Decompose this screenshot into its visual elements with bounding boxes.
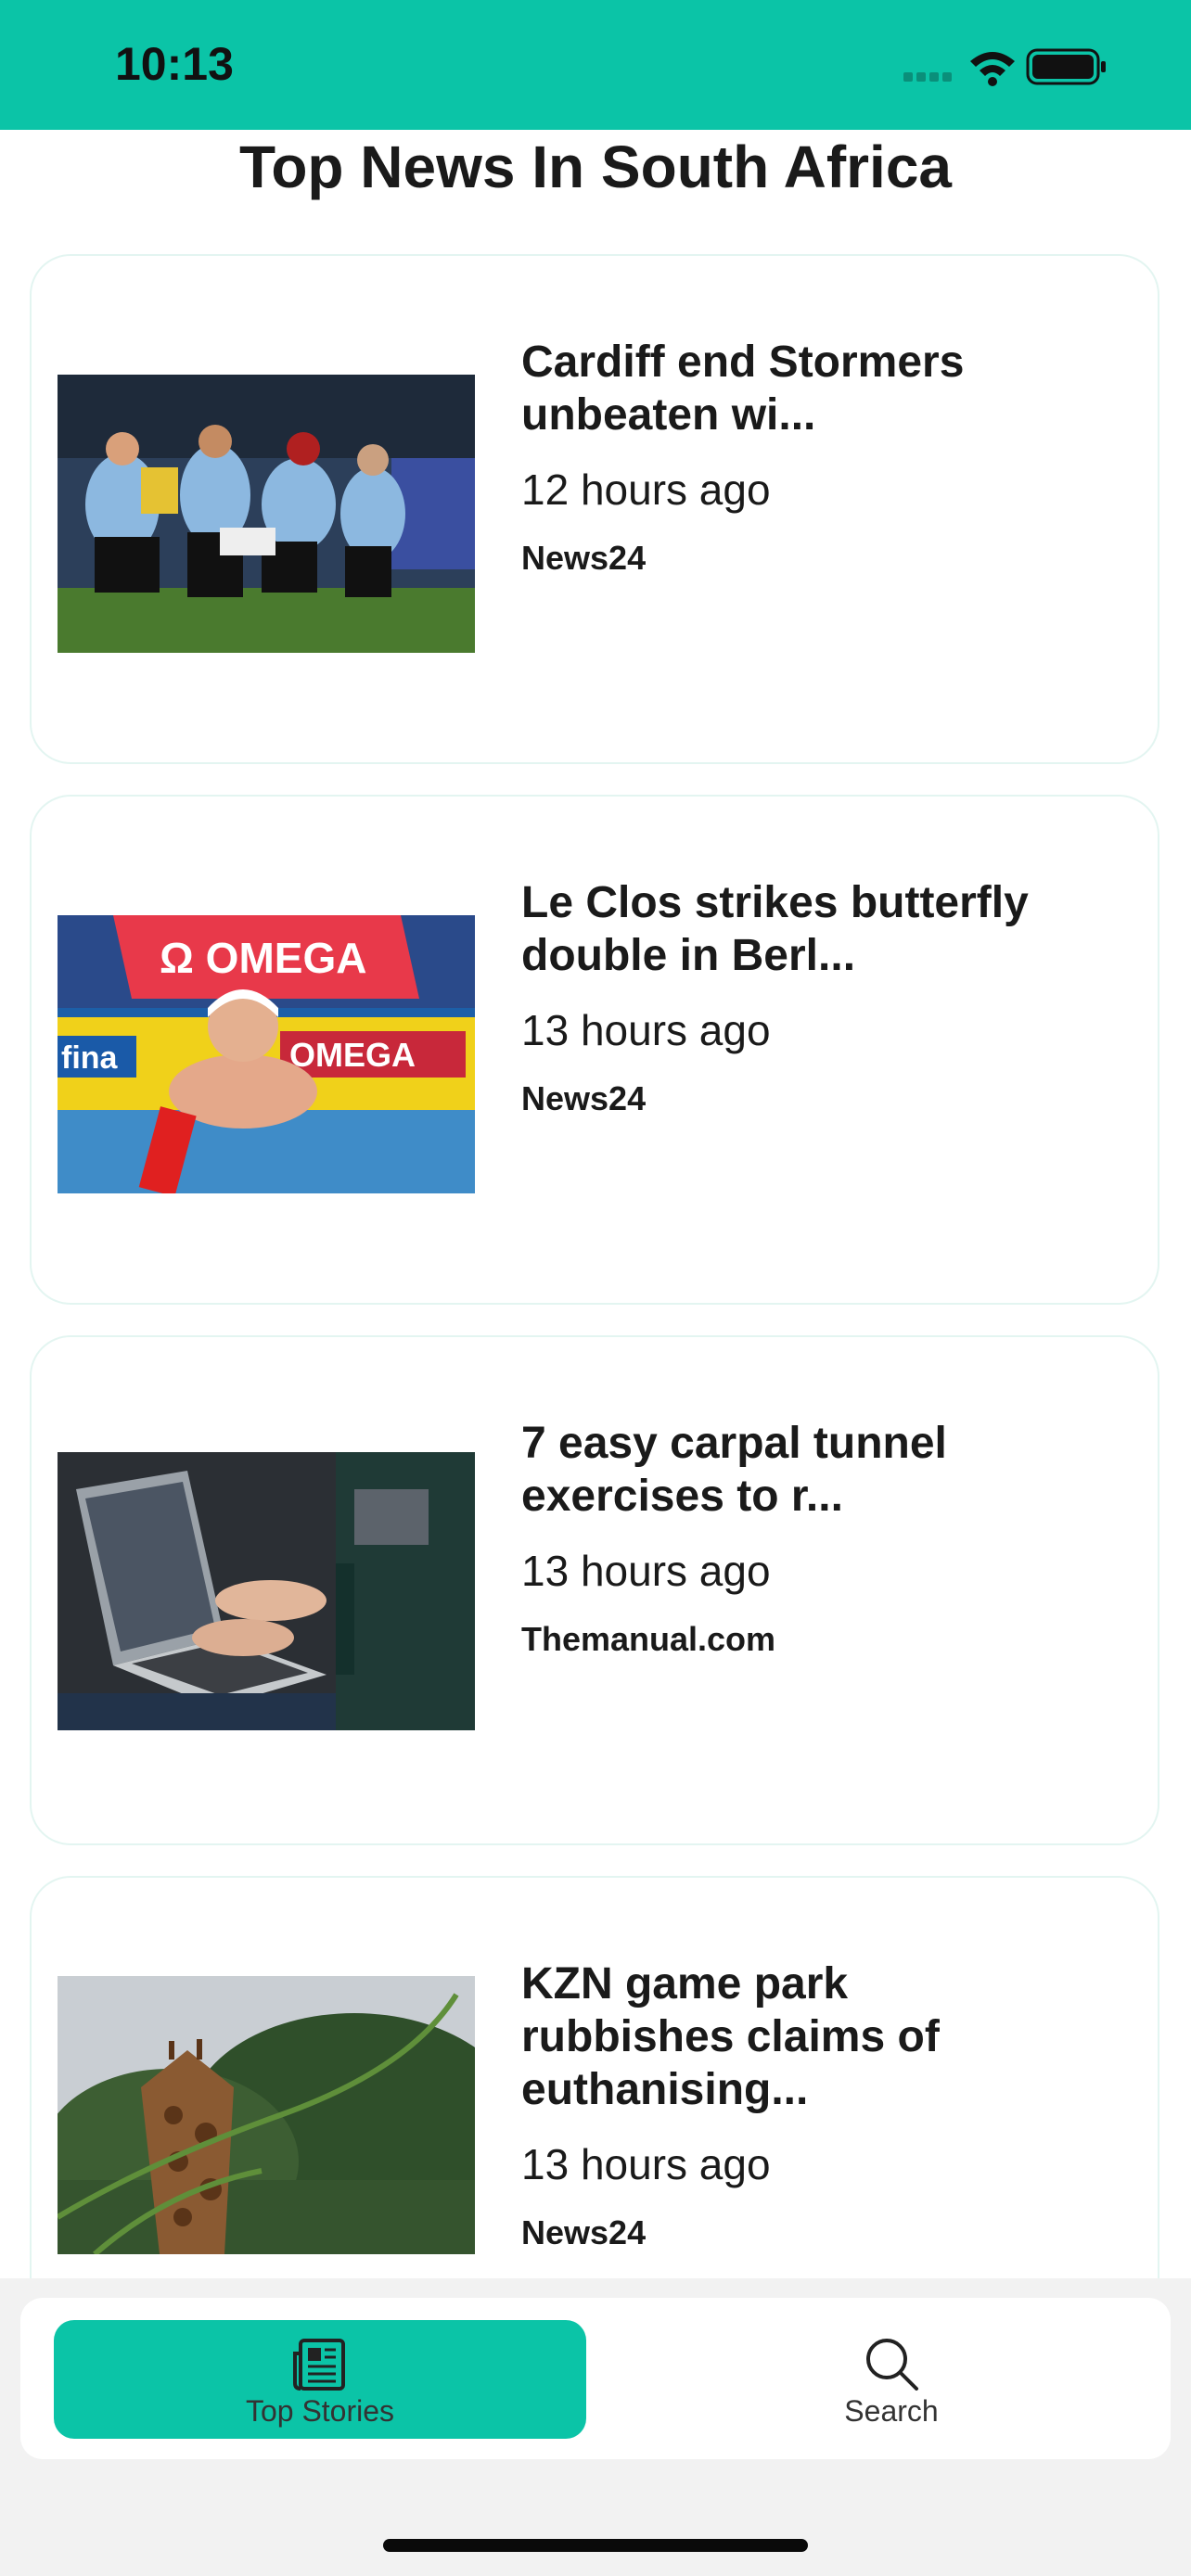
news-card-text: 7 easy carpal tunnel exercises to r... 1… [521,1417,1041,1660]
news-card-time: 13 hours ago [521,1006,771,1054]
laptop-photo [58,1452,475,1730]
status-bar: 10:13 [0,0,1191,130]
tab-label: Top Stories [245,2394,395,2428]
tab-label: Search [844,2394,939,2428]
rugby-photo [58,375,475,653]
search-icon [863,2337,920,2397]
tab-search[interactable]: Search [625,2320,1158,2439]
news-card-text: KZN game park rubbishes claims of euthan… [521,1958,1041,2253]
svg-text:OMEGA: OMEGA [289,1036,416,1074]
battery-icon [1026,48,1106,85]
tab-top-stories[interactable]: Top Stories [54,2320,586,2439]
swimmer-photo: Ω OMEGA fina OMEGA [58,915,475,1193]
page-title: Top News In South Africa [238,134,953,200]
cellular-signal-icon [903,72,952,82]
news-card[interactable]: 7 easy carpal tunnel exercises to r... 1… [30,1335,1159,1845]
newspaper-icon [291,2337,349,2397]
news-card-text: Cardiff end Stormers unbeaten wi... 12 h… [521,336,1041,579]
news-card-time: 12 hours ago [521,465,771,514]
news-card-source: News24 [521,1079,647,1117]
news-card[interactable]: KZN game park rubbishes claims of euthan… [30,1876,1159,2278]
home-indicator [383,2539,808,2552]
wifi-icon [970,52,1015,86]
giraffe-photo [58,1976,475,2254]
news-card[interactable]: Cardiff end Stormers unbeaten wi... 12 h… [30,254,1159,764]
news-card-title[interactable]: 7 easy carpal tunnel exercises to r... [521,1417,1041,1523]
news-card[interactable]: Ω OMEGA fina OMEGA Le Clos strikes butte… [30,795,1159,1305]
news-card-source: Themanual.com [521,1620,776,1658]
status-icons [903,46,1117,87]
news-card-title[interactable]: Cardiff end Stormers unbeaten wi... [521,336,1041,441]
svg-text:fina: fina [61,1040,119,1076]
news-card-source: News24 [521,2213,647,2251]
news-card-text: Le Clos strikes butterfly double in Berl… [521,876,1041,1119]
news-card-title[interactable]: KZN game park rubbishes claims of euthan… [521,1958,1041,2116]
news-feed[interactable]: Cardiff end Stormers unbeaten wi... 12 h… [0,252,1191,2278]
news-card-time: 13 hours ago [521,1547,771,1595]
status-time: 10:13 [115,38,234,90]
svg-text:Ω OMEGA: Ω OMEGA [160,934,366,982]
news-card-time: 13 hours ago [521,2140,771,2188]
tab-bar: Top Stories Search [20,2298,1171,2459]
news-card-source: News24 [521,539,647,577]
news-card-title[interactable]: Le Clos strikes butterfly double in Berl… [521,876,1041,982]
